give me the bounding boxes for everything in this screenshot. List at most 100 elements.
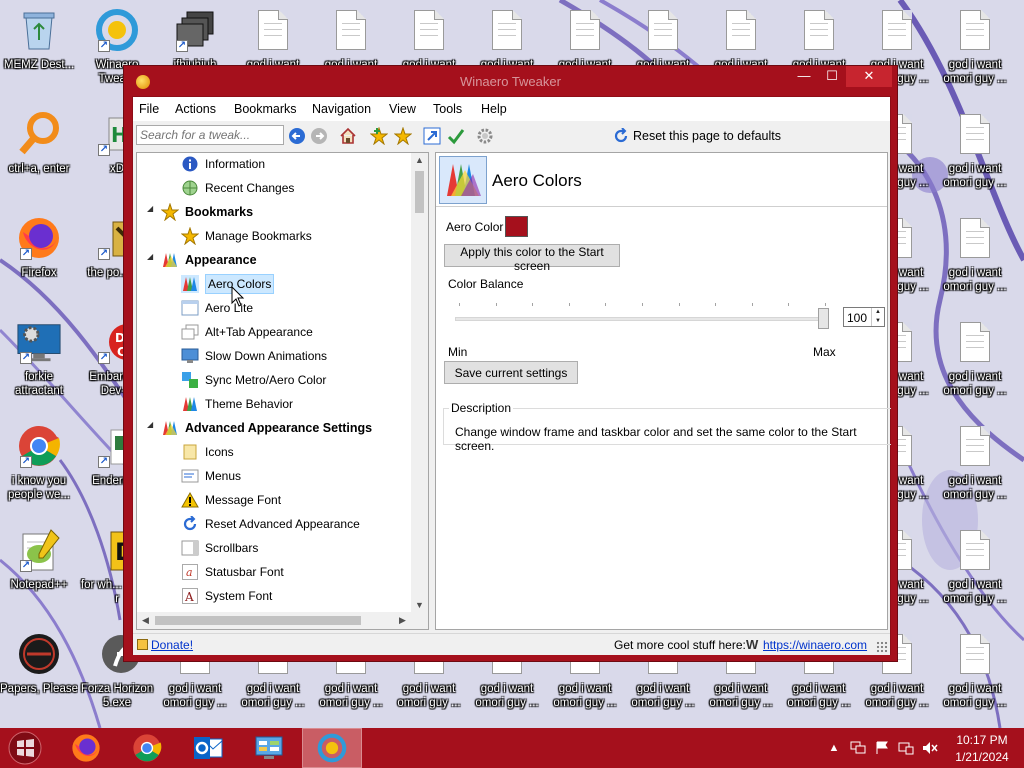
scroll-left-icon[interactable]: ◀ bbox=[137, 615, 154, 626]
desktop-file-icon[interactable]: god i want omori guy ... bbox=[936, 416, 1014, 516]
description-legend: Description bbox=[449, 401, 514, 415]
spin-up-icon[interactable]: ▲ bbox=[872, 308, 884, 317]
scroll-thumb[interactable] bbox=[155, 616, 361, 625]
desktop-file-icon[interactable]: god i want omori guy ... bbox=[936, 104, 1014, 204]
menu-navigation[interactable]: Navigation bbox=[312, 102, 371, 116]
taskbar-outlook[interactable] bbox=[178, 728, 238, 768]
minimize-button[interactable]: — bbox=[790, 66, 818, 87]
tree-horizontal-scrollbar[interactable]: ◀ ▶ bbox=[137, 612, 411, 629]
taskbar-control-panel[interactable] bbox=[239, 728, 299, 768]
maximize-button[interactable]: ☐ bbox=[818, 66, 846, 87]
color-balance-value[interactable]: 100 bbox=[847, 311, 867, 325]
shortcut-arrow-icon: ↗ bbox=[20, 352, 32, 364]
reset-page-button[interactable]: Reset this page to defaults bbox=[613, 125, 781, 147]
tree-item-manage-bookmarks[interactable]: Manage Bookmarks bbox=[181, 225, 312, 247]
shortcut-icon[interactable] bbox=[422, 126, 442, 146]
tree-item-aero-colors[interactable]: Aero Colors bbox=[181, 273, 275, 295]
tree-item-theme-behavior[interactable]: Theme Behavior bbox=[181, 393, 293, 415]
collapse-icon[interactable]: ◢ bbox=[147, 205, 155, 213]
menu-file[interactable]: File bbox=[139, 102, 159, 116]
menu-help[interactable]: Help bbox=[481, 102, 507, 116]
tweak-tree[interactable]: ◢ ◢ ◢ Information Recent Changes Bookmar… bbox=[136, 152, 429, 630]
scroll-down-icon[interactable]: ▼ bbox=[411, 600, 428, 610]
desktop-icon-firefox[interactable]: ↗ Firefox bbox=[0, 208, 78, 308]
collapse-icon[interactable]: ◢ bbox=[147, 421, 155, 429]
scroll-thumb[interactable] bbox=[415, 171, 424, 213]
sync-color-icon bbox=[181, 371, 199, 389]
taskbar-chrome[interactable] bbox=[117, 728, 177, 768]
menu-bookmarks[interactable]: Bookmarks bbox=[234, 102, 297, 116]
back-icon[interactable] bbox=[287, 126, 307, 146]
desktop-icon-memz[interactable]: MEMZ Dest... bbox=[0, 0, 78, 100]
menu-tools[interactable]: Tools bbox=[433, 102, 462, 116]
reset-page-label: Reset this page to defaults bbox=[633, 129, 782, 143]
color-balance-slider-thumb[interactable] bbox=[818, 308, 829, 329]
collapse-icon[interactable]: ◢ bbox=[147, 253, 155, 261]
desktop-icon-papers-please[interactable]: Papers, Please bbox=[0, 624, 78, 724]
tree-item-slow-down-animations[interactable]: Slow Down Animations bbox=[181, 345, 327, 367]
search-input[interactable] bbox=[136, 125, 284, 145]
menu-view[interactable]: View bbox=[389, 102, 416, 116]
color-balance-slider-track[interactable] bbox=[455, 317, 829, 321]
clock-date[interactable]: 1/21/2024 bbox=[950, 750, 1014, 764]
winaero-link[interactable]: https://winaero.com bbox=[763, 638, 867, 652]
window-title: Winaero Tweaker bbox=[460, 74, 561, 89]
tree-item-appearance[interactable]: Appearance bbox=[161, 249, 257, 271]
desktop-icon-forkie[interactable]: ↗ forkie attractant bbox=[0, 312, 78, 412]
tree-item-alt-tab-appearance[interactable]: Alt+Tab Appearance bbox=[181, 321, 313, 343]
title-bar[interactable]: Winaero Tweaker — ☐ ✕ bbox=[124, 66, 897, 96]
start-button[interactable] bbox=[0, 728, 50, 768]
spinner-buttons[interactable]: ▲ ▼ bbox=[871, 308, 884, 326]
desktop-icon-chrome[interactable]: ↗ i know you people we... bbox=[0, 416, 78, 516]
resize-grip[interactable] bbox=[876, 641, 888, 653]
tree-vertical-scrollbar[interactable]: ▲ ▼ bbox=[411, 153, 428, 612]
scroll-up-icon[interactable]: ▲ bbox=[411, 155, 428, 165]
tray-overflow-icon[interactable]: ▲ bbox=[826, 740, 842, 756]
settings-gear-icon[interactable] bbox=[475, 126, 495, 146]
windows-stack-icon: ↗ bbox=[172, 6, 218, 54]
apply-to-start-button[interactable]: Apply this color to the Start screen bbox=[444, 244, 620, 273]
desktop-file-icon[interactable]: god i want omori guy ... bbox=[936, 208, 1014, 308]
tree-item-recent-changes[interactable]: Recent Changes bbox=[181, 177, 294, 199]
tree-item-scrollbars[interactable]: Scrollbars bbox=[181, 537, 258, 559]
tree-item-information[interactable]: Information bbox=[181, 153, 265, 175]
desktop-icon-notepadpp[interactable]: ↗ Notepad++ bbox=[0, 520, 78, 620]
tree-item-icons[interactable]: Icons bbox=[181, 441, 234, 463]
text-file-icon bbox=[960, 322, 990, 362]
desktop-file-icon[interactable]: god i want omori guy ... bbox=[936, 312, 1014, 412]
home-icon[interactable] bbox=[338, 126, 358, 146]
save-current-settings-button[interactable]: Save current settings bbox=[444, 361, 578, 384]
tray-display-icon[interactable] bbox=[898, 740, 914, 756]
clock-time[interactable]: 10:17 PM bbox=[950, 733, 1014, 747]
tree-item-sync-metro-aero-color[interactable]: Sync Metro/Aero Color bbox=[181, 369, 326, 391]
spin-down-icon[interactable]: ▼ bbox=[872, 317, 884, 326]
tree-item-message-font[interactable]: Message Font bbox=[181, 489, 281, 511]
taskbar-winaero[interactable] bbox=[302, 728, 362, 768]
tray-volume-muted-icon[interactable] bbox=[922, 740, 938, 756]
color-balance-spinner[interactable]: 100 ▲ ▼ bbox=[843, 307, 885, 327]
tree-item-statusbar-font[interactable]: a Statusbar Font bbox=[181, 561, 284, 583]
desktop-icon-ctrl-a[interactable]: ctrl+a, enter bbox=[0, 104, 78, 204]
forward-icon[interactable] bbox=[309, 126, 329, 146]
bookmarks-icon[interactable] bbox=[393, 126, 413, 146]
tray-network-icon[interactable] bbox=[850, 740, 866, 756]
tree-item-menus[interactable]: Menus bbox=[181, 465, 241, 487]
aero-color-swatch[interactable] bbox=[505, 216, 528, 237]
desktop-file-icon[interactable]: god i want omori guy ... bbox=[936, 0, 1014, 100]
desktop-file-icon[interactable]: god i want omori guy ... bbox=[936, 520, 1014, 620]
taskbar-firefox[interactable] bbox=[56, 728, 116, 768]
menu-actions[interactable]: Actions bbox=[175, 102, 216, 116]
desktop-icon-label: god i want omori guy ... bbox=[943, 579, 1007, 605]
tray-flag-icon[interactable] bbox=[874, 740, 890, 756]
tree-item-bookmarks[interactable]: Bookmarks bbox=[161, 201, 253, 223]
desktop-file-icon[interactable]: god i want omori guy ... bbox=[936, 624, 1014, 724]
tree-item-reset-advanced-appearance[interactable]: Reset Advanced Appearance bbox=[181, 513, 360, 535]
close-button[interactable]: ✕ bbox=[846, 66, 892, 87]
donate-link[interactable]: Donate! bbox=[151, 638, 193, 652]
tree-item-advanced-appearance-settings[interactable]: Advanced Appearance Settings bbox=[161, 417, 372, 439]
add-bookmark-icon[interactable] bbox=[369, 126, 389, 146]
desktop-icon-label: god i want omori guy ... bbox=[631, 683, 695, 709]
scroll-right-icon[interactable]: ▶ bbox=[394, 615, 411, 626]
tree-item-system-font[interactable]: A System Font bbox=[181, 585, 272, 607]
apply-check-icon[interactable] bbox=[446, 126, 466, 146]
